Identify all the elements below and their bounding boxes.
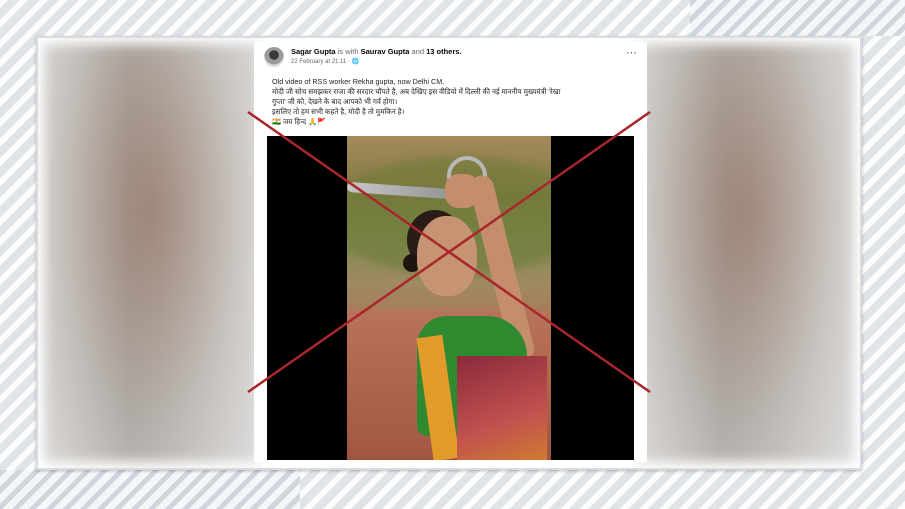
caption-line: Old video of RSS worker Rekha gupta, now… bbox=[272, 77, 445, 86]
blurred-background-left bbox=[44, 44, 260, 462]
others-link[interactable]: 13 others. bbox=[426, 47, 461, 56]
post-video[interactable] bbox=[267, 136, 634, 460]
author-name[interactable]: Sagar Gupta bbox=[291, 47, 336, 56]
avatar[interactable] bbox=[264, 47, 284, 67]
screenshot-frame: Sagar Gupta is with Saurav Gupta and 13 … bbox=[36, 36, 862, 470]
more-options-icon[interactable]: ⋯ bbox=[626, 46, 637, 59]
with-text: is with bbox=[337, 47, 359, 56]
caption-line: गुप्ता' जी को, देखने के बाद आपको भी गर्व… bbox=[272, 97, 398, 106]
blurred-background-right bbox=[638, 44, 854, 462]
post-author-line: Sagar Gupta is with Saurav Gupta and 13 … bbox=[291, 47, 462, 56]
face bbox=[417, 216, 477, 296]
video-frame bbox=[347, 136, 551, 460]
tagged-name[interactable]: Saurav Gupta bbox=[361, 47, 410, 56]
decor-stripes-top bbox=[690, 0, 905, 36]
decor-stripes-bottom bbox=[0, 470, 300, 509]
post-header: Sagar Gupta is with Saurav Gupta and 13 … bbox=[254, 42, 647, 74]
saree bbox=[457, 356, 547, 460]
facebook-post: Sagar Gupta is with Saurav Gupta and 13 … bbox=[254, 42, 647, 462]
post-date[interactable]: 22 February at 21:11 · 🌐 bbox=[291, 58, 359, 65]
post-caption: Old video of RSS worker Rekha gupta, now… bbox=[272, 77, 637, 127]
caption-line: मोदी जी सोच समझकर राजा की सरदार चौंपते ह… bbox=[272, 87, 561, 96]
hand bbox=[445, 174, 479, 208]
and-text: and bbox=[411, 47, 424, 56]
caption-line: 🇮🇳 जय हिन्द 🙏🚩 bbox=[272, 117, 327, 126]
caption-line: इसलिए तो हम सभी कहते है, मोदी है तो मुमक… bbox=[272, 107, 405, 116]
